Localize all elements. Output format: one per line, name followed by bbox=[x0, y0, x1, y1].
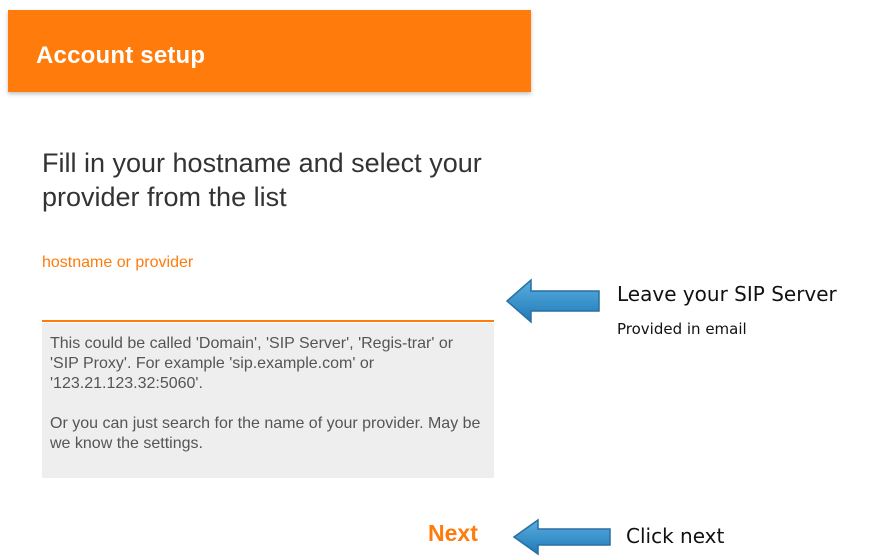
help-text-box: This could be called 'Domain', 'SIP Serv… bbox=[42, 323, 494, 478]
annotation-click-next: Click next bbox=[626, 524, 725, 548]
annotation-sip-server: Leave your SIP Server bbox=[617, 282, 837, 306]
hostname-field-label: hostname or provider bbox=[42, 254, 194, 271]
app-title: Account setup bbox=[36, 42, 206, 69]
app-header: Account setup bbox=[8, 10, 531, 92]
help-paragraph-1: This could be called 'Domain', 'SIP Serv… bbox=[50, 335, 454, 392]
screenshot-stage: Account setup Fill in your hostname and … bbox=[0, 0, 891, 558]
next-button[interactable]: Next bbox=[428, 520, 478, 547]
annotation-provided-in-email: Provided in email bbox=[617, 320, 747, 338]
hostname-input[interactable] bbox=[42, 284, 494, 322]
help-paragraph-2: Or you can just search for the name of y… bbox=[50, 415, 481, 452]
page-heading: Fill in your hostname and select your pr… bbox=[42, 148, 482, 212]
arrow-left-icon bbox=[512, 518, 611, 556]
arrow-left-icon bbox=[505, 278, 600, 324]
